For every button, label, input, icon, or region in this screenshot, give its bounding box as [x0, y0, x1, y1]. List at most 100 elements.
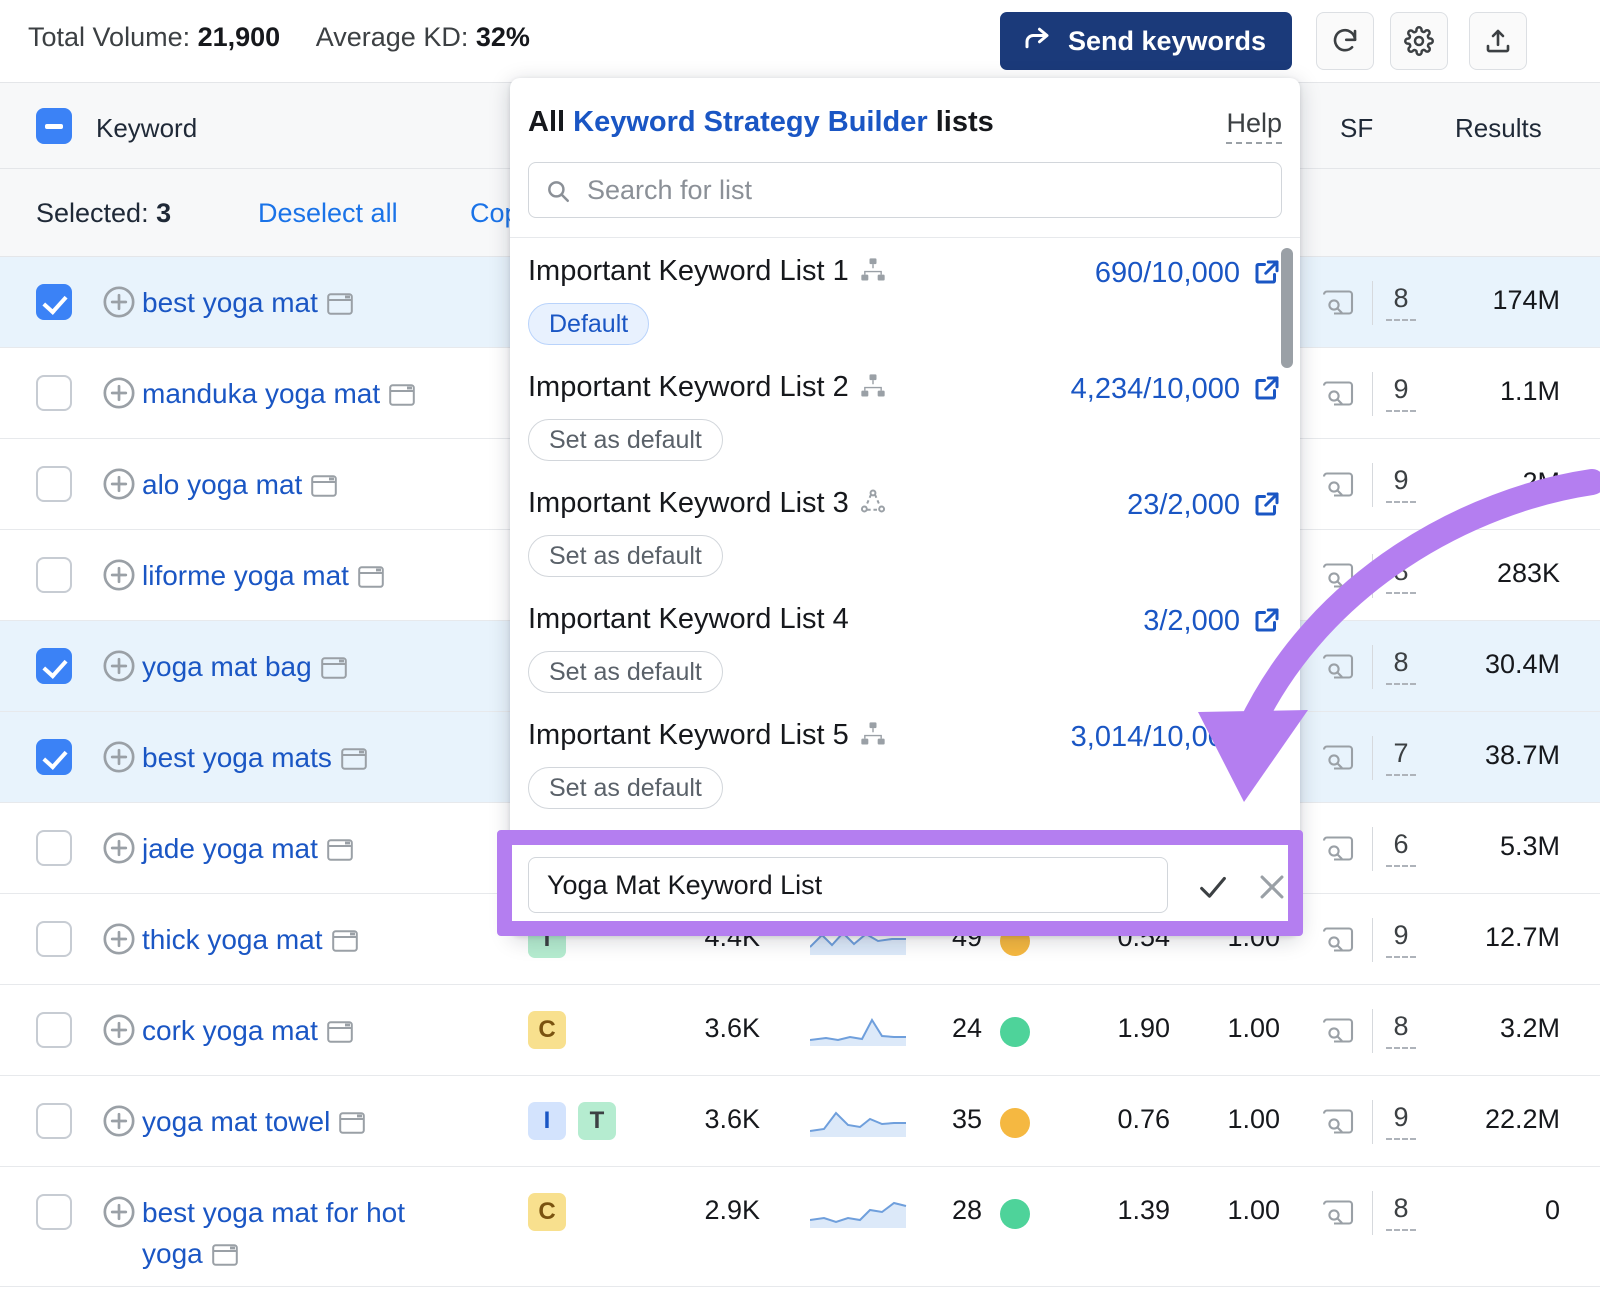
list-keyword-count[interactable]: 4,234/10,000	[1071, 373, 1240, 406]
list-item[interactable]: Important Keyword List 5 3,014/10,000 Set …	[510, 703, 1300, 819]
select-all-checkbox[interactable]	[36, 108, 72, 144]
keyword-link[interactable]: jade yoga mat	[142, 828, 472, 872]
add-keyword-icon[interactable]	[102, 1013, 136, 1052]
serp-preview-icon[interactable]	[311, 467, 338, 508]
sf-preview-icon[interactable]	[1322, 926, 1354, 960]
list-item[interactable]: Important Keyword List 1 690/10,000 Defaul…	[510, 239, 1300, 355]
keyword-link[interactable]: liforme yoga mat	[142, 555, 472, 599]
intent-tag[interactable]: C	[528, 1011, 566, 1049]
list-search-input[interactable]	[587, 163, 1267, 217]
export-button[interactable]	[1469, 12, 1527, 70]
serp-preview-icon[interactable]	[327, 831, 353, 872]
add-keyword-icon[interactable]	[102, 467, 136, 506]
sf-preview-icon[interactable]	[1322, 835, 1354, 869]
sf-preview-icon[interactable]	[1322, 380, 1354, 414]
intent-tag[interactable]: I	[528, 1102, 566, 1140]
new-list-name-input[interactable]	[528, 857, 1168, 913]
list-name[interactable]: Important Keyword List 2	[528, 371, 887, 408]
help-link[interactable]: Help	[1226, 108, 1282, 144]
list-item[interactable]: Important Keyword List 4 3/2,000 Set as de…	[510, 587, 1300, 703]
row-checkbox[interactable]	[36, 921, 72, 957]
keyword-link[interactable]: cork yoga mat	[142, 1010, 472, 1054]
add-keyword-icon[interactable]	[102, 376, 136, 415]
open-list-external-icon[interactable]	[1252, 605, 1282, 640]
refresh-button[interactable]	[1316, 12, 1374, 70]
row-checkbox[interactable]	[36, 375, 72, 411]
open-list-external-icon[interactable]	[1252, 257, 1282, 292]
list-name[interactable]: Important Keyword List 5	[528, 719, 887, 756]
list-item[interactable]: Important Keyword List 2 4,234/10,000 Set …	[510, 355, 1300, 471]
serp-preview-icon[interactable]	[320, 649, 347, 690]
add-keyword-icon[interactable]	[102, 922, 136, 961]
dropdown-title-brand[interactable]: Keyword Strategy Builder	[573, 106, 928, 138]
serp-preview-icon[interactable]	[389, 376, 415, 417]
intent-tag[interactable]: C	[528, 1193, 566, 1231]
send-keywords-button[interactable]: Send keywords	[1000, 12, 1293, 70]
set-as-default-button[interactable]: Set as default	[528, 651, 723, 693]
row-checkbox[interactable]	[36, 466, 72, 502]
list-keyword-count[interactable]: 3,014/10,000	[1071, 721, 1240, 754]
dropdown-scrollbar-thumb[interactable]	[1281, 248, 1293, 368]
serp-preview-icon[interactable]	[327, 285, 353, 326]
open-list-external-icon[interactable]	[1252, 489, 1282, 524]
add-keyword-icon[interactable]	[102, 285, 136, 324]
serp-preview-icon[interactable]	[339, 1104, 366, 1145]
sf-preview-icon[interactable]	[1322, 653, 1354, 687]
serp-preview-icon[interactable]	[341, 740, 367, 781]
keyword-link[interactable]: alo yoga mat	[142, 464, 472, 508]
list-name[interactable]: Important Keyword List 1	[528, 255, 887, 292]
row-checkbox[interactable]	[36, 284, 72, 320]
open-list-external-icon[interactable]	[1252, 721, 1282, 756]
open-list-external-icon[interactable]	[1252, 373, 1282, 408]
keyword-link[interactable]: manduka yoga mat	[142, 373, 472, 417]
add-keyword-icon[interactable]	[102, 1195, 136, 1234]
add-keyword-icon[interactable]	[102, 1104, 136, 1143]
confirm-new-list-button[interactable]	[1196, 870, 1230, 909]
list-name[interactable]: Important Keyword List 3	[528, 487, 887, 524]
row-checkbox[interactable]	[36, 557, 72, 593]
list-keyword-count[interactable]: 690/10,000	[1095, 257, 1240, 290]
row-checkbox[interactable]	[36, 1194, 72, 1230]
sf-preview-icon[interactable]	[1322, 1017, 1354, 1051]
deselect-all-link[interactable]: Deselect all	[258, 198, 398, 229]
sf-preview-icon[interactable]	[1322, 471, 1354, 505]
keyword-link[interactable]: best yoga mats	[142, 737, 472, 781]
column-header-keyword[interactable]: Keyword	[96, 113, 197, 144]
serp-preview-icon[interactable]	[331, 922, 358, 963]
row-checkbox[interactable]	[36, 1012, 72, 1048]
serp-preview-icon[interactable]	[358, 558, 384, 599]
add-keyword-icon[interactable]	[102, 831, 136, 870]
table-row[interactable]: best yoga mat for hot yoga C 2.9K 28 1.39 1.0…	[0, 1167, 1600, 1287]
sf-preview-icon[interactable]	[1322, 562, 1354, 596]
default-badge[interactable]: Default	[528, 303, 650, 345]
keyword-link[interactable]: best yoga mat	[142, 282, 472, 326]
settings-button[interactable]	[1390, 12, 1448, 70]
serp-preview-icon[interactable]	[327, 1013, 353, 1054]
add-keyword-icon[interactable]	[102, 558, 136, 597]
list-search-box[interactable]	[528, 162, 1282, 218]
list-name[interactable]: Important Keyword List 4	[528, 603, 849, 636]
list-item[interactable]: Important Keyword List 3 23/2,000 Set as d…	[510, 471, 1300, 587]
add-keyword-icon[interactable]	[102, 649, 136, 688]
add-keyword-icon[interactable]	[102, 740, 136, 779]
set-as-default-button[interactable]: Set as default	[528, 535, 723, 577]
keyword-link[interactable]: yoga mat towel	[142, 1101, 472, 1145]
sf-preview-icon[interactable]	[1322, 1199, 1354, 1233]
list-keyword-count[interactable]: 23/2,000	[1127, 489, 1240, 522]
keyword-link[interactable]: thick yoga mat	[142, 919, 472, 963]
sf-preview-icon[interactable]	[1322, 1108, 1354, 1142]
row-checkbox[interactable]	[36, 739, 72, 775]
cancel-new-list-button[interactable]	[1255, 870, 1289, 909]
column-header-sf[interactable]: SF	[1340, 113, 1373, 144]
row-checkbox[interactable]	[36, 830, 72, 866]
keyword-link[interactable]: best yoga mat for hot yoga	[142, 1192, 472, 1277]
set-as-default-button[interactable]: Set as default	[528, 419, 723, 461]
table-row[interactable]: yoga mat towel I T 3.6K 35 0.76 1.00 9 22.2M	[0, 1076, 1600, 1167]
list-keyword-count[interactable]: 3/2,000	[1143, 605, 1240, 638]
serp-preview-icon[interactable]	[211, 1236, 238, 1277]
table-row[interactable]: cork yoga mat C 3.6K 24 1.90 1.00 8 3.2M	[0, 985, 1600, 1076]
sf-preview-icon[interactable]	[1322, 744, 1354, 778]
column-header-results[interactable]: Results	[1455, 113, 1542, 144]
row-checkbox[interactable]	[36, 1103, 72, 1139]
row-checkbox[interactable]	[36, 648, 72, 684]
